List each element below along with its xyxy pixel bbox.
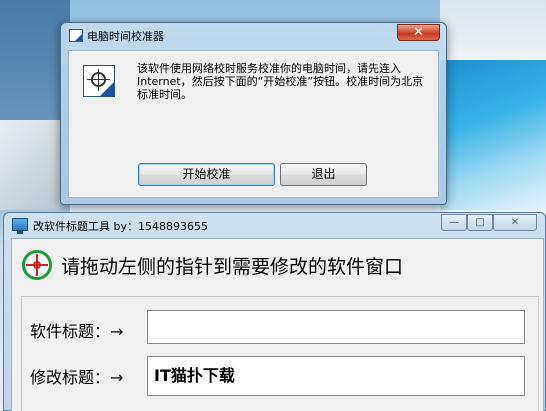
desktop-wallpaper-deck [440,0,546,60]
tool-close-button[interactable]: ✕ [493,214,537,231]
desktop-wallpaper-lounger [0,120,60,210]
dialog-close-button[interactable]: ✕ [397,24,440,41]
original-title-input[interactable] [147,310,525,344]
dialog-client-area: 该软件使用网络校时服务校准你的电脑时间，请先连入 Internet，然后按下面的… [68,50,439,198]
minimize-button[interactable]: — [441,214,467,231]
dialog-message: 该软件使用网络校时服务校准你的电脑时间，请先连入 Internet，然后按下面的… [137,62,424,101]
app-icon-small [69,29,83,42]
original-title-label: 软件标题：→ [30,322,124,341]
time-calibrator-icon [83,65,115,97]
start-calibration-button[interactable]: 开始校准 [138,163,275,186]
instruction-text: 请拖动左侧的指针到需要修改的软件窗口 [61,256,404,278]
dialog-title: 电脑时间校准器 [87,30,164,43]
new-title-label: 修改标题：→ [30,368,124,387]
crosshair-target-icon[interactable] [22,250,52,280]
time-calibrator-window: 电脑时间校准器 ✕ 该软件使用网络校时服务校准你的电脑时间，请先连入 Inter… [60,22,447,205]
dialog-titlebar[interactable]: 电脑时间校准器 ✕ [61,23,446,47]
new-title-input[interactable]: IT猫扑下载 [147,356,525,396]
title-fields-group: 软件标题：→ 修改标题：→ IT猫扑下载 [21,296,539,411]
desktop-wallpaper-pool [440,60,546,210]
maximize-button[interactable]: □ [467,214,493,231]
tool-client-area: 请拖动左侧的指针到需要修改的软件窗口 软件标题：→ 修改标题：→ IT猫扑下载 [11,238,544,411]
monitor-icon [12,218,28,234]
title-changer-window: 改软件标题工具 by：1548893655 — □ ✕ 请拖动左侧的指针到需要修… [3,212,546,411]
quit-button[interactable]: 退出 [280,163,367,186]
tool-title: 改软件标题工具 by：1548893655 [33,220,208,233]
